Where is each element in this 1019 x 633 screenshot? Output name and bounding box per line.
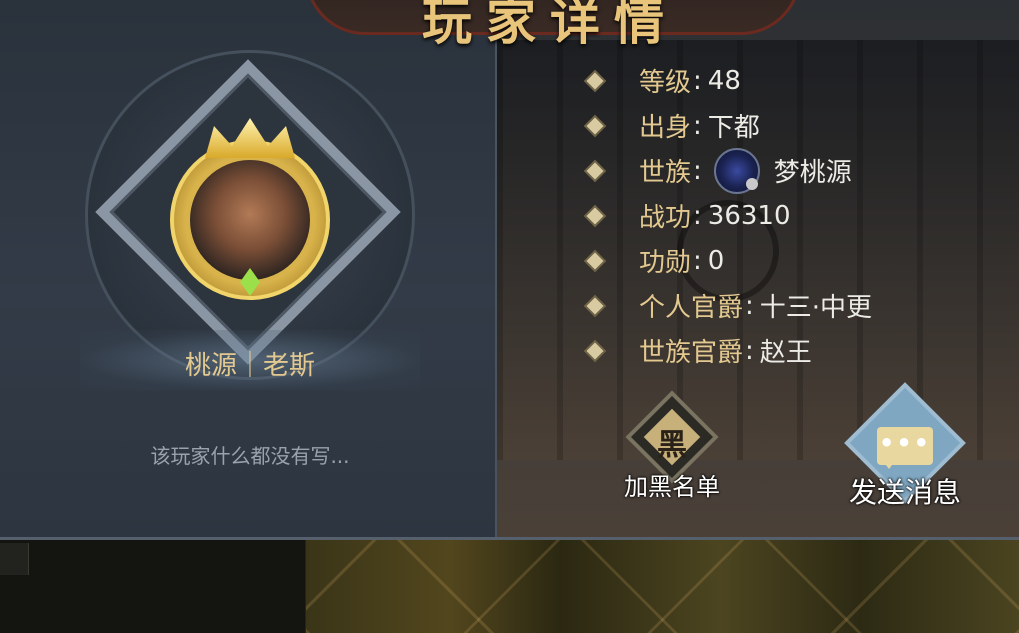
clan-name-link[interactable]: 梦桃源	[774, 152, 852, 189]
chat-dots-icon: •••	[878, 429, 932, 457]
player-info-list: 等级: 48 出身: 下都 世族: 梦桃源 战功: 36310 功勋: 0 个人…	[585, 58, 872, 373]
info-value: 十三·中更	[759, 293, 873, 323]
info-separator: :	[745, 335, 754, 366]
info-separator: :	[693, 155, 702, 186]
diamond-bullet-icon	[586, 72, 604, 89]
diamond-bullet-icon	[586, 297, 604, 314]
info-separator: :	[693, 245, 702, 276]
avatar[interactable]	[190, 160, 310, 280]
diamond-bullet-icon	[586, 162, 604, 179]
diamond-bullet-icon	[586, 207, 604, 224]
info-label: 世族	[639, 158, 692, 188]
info-label: 个人官爵	[639, 293, 744, 323]
info-value: 0	[707, 245, 725, 276]
info-value: 下都	[707, 113, 760, 143]
game-map-background	[0, 540, 1019, 633]
panel-title: 玩家详情	[422, 0, 678, 51]
player-name: 桃源｜老斯	[184, 351, 315, 381]
map-side-tab[interactable]	[0, 543, 29, 575]
info-separator: :	[693, 65, 702, 96]
clan-emblem-icon[interactable]	[713, 147, 760, 194]
info-row-level: 等级: 48	[585, 58, 872, 103]
blacklist-button-label: 加黑名单	[624, 473, 720, 501]
info-row-clan-rank: 世族官爵: 赵王	[585, 328, 872, 373]
info-value: 48	[707, 65, 741, 96]
diamond-bullet-icon	[586, 117, 604, 134]
info-label: 出身	[639, 113, 692, 143]
info-separator: :	[693, 110, 702, 141]
diamond-bullet-icon	[586, 342, 604, 359]
send-message-button-label: 发送消息	[848, 476, 961, 509]
info-label: 战功	[639, 203, 692, 233]
player-details-panel: 玩家详情 桃源｜老斯 该玩家什么都没有写... 等级: 48 出身: 下都 世族…	[0, 0, 1019, 540]
info-label: 等级	[639, 68, 692, 98]
diamond-bullet-icon	[586, 252, 604, 269]
player-signature: 该玩家什么都没有写...	[150, 444, 350, 468]
info-label: 世族官爵	[639, 338, 744, 368]
info-row-origin: 出身: 下都	[585, 103, 872, 148]
info-separator: :	[745, 290, 754, 321]
info-row-honor: 功勋: 0	[585, 238, 872, 283]
info-label: 功勋	[639, 248, 692, 278]
info-row-clan: 世族: 梦桃源	[585, 147, 872, 194]
info-value: 赵王	[759, 338, 812, 368]
info-row-merit: 战功: 36310	[585, 193, 872, 238]
info-row-personal-rank: 个人官爵: 十三·中更	[585, 283, 872, 328]
info-separator: :	[693, 200, 702, 231]
blacklist-icon: 黑	[657, 428, 687, 463]
send-message-button[interactable]: ••• 发送消息	[835, 382, 975, 509]
blacklist-button[interactable]: 黑 加黑名单	[612, 390, 732, 502]
info-value: 36310	[707, 200, 791, 231]
